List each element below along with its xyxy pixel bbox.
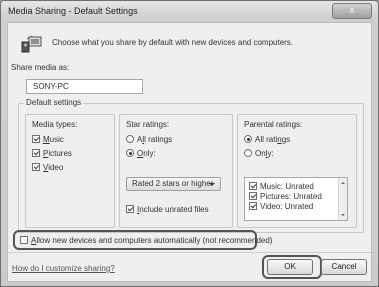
default-settings-label: Default settings xyxy=(24,98,84,107)
star-rating-dropdown-value: Rated 2 stars or higher xyxy=(132,179,214,188)
customize-sharing-link[interactable]: How do I customize sharing? xyxy=(12,264,115,273)
star-all-rest: l ratings xyxy=(144,135,173,144)
music-rating-label: Music: Unrated xyxy=(260,182,314,191)
list-item[interactable]: Pictures: Unrated xyxy=(249,192,322,201)
media-sharing-window: Media Sharing - Default Settings x Choos… xyxy=(0,0,379,287)
intro-text: Choose what you share by default with ne… xyxy=(52,38,294,47)
cancel-button-label: Cancel xyxy=(331,262,357,271)
parental-only-radio[interactable]: Only: xyxy=(244,149,274,159)
parental-ratings-label: Parental ratings: xyxy=(244,120,303,129)
star-all-ratings-radio[interactable]: All ratings xyxy=(126,135,172,145)
parental-ratings-list[interactable]: Music: Unrated Pictures: Unrated Video: … xyxy=(244,177,348,221)
video-check-mark[interactable] xyxy=(32,163,40,171)
parental-all-rest: gs xyxy=(281,135,291,144)
dialog-client-area: Choose what you share by default with ne… xyxy=(7,22,372,282)
music-label-rest: usic xyxy=(49,135,64,144)
close-icon: x xyxy=(349,5,355,16)
chevron-down-icon xyxy=(209,183,215,186)
share-media-label: Share media as: xyxy=(11,63,70,72)
pictures-label-rest: ictures xyxy=(48,149,72,158)
include-unrated-check-mark[interactable] xyxy=(126,205,134,213)
pictures-rating-label: Pictures: Unrated xyxy=(260,192,322,201)
close-button[interactable]: x xyxy=(332,3,372,19)
media-types-group: Media types: Music Pictures Video xyxy=(25,114,115,228)
video-rating-check[interactable] xyxy=(249,202,257,210)
list-item[interactable]: Video: Unrated xyxy=(249,202,313,211)
parental-only-radio-dot[interactable] xyxy=(244,149,252,157)
cancel-button[interactable]: Cancel xyxy=(321,259,367,275)
title-bar[interactable]: Media Sharing - Default Settings x xyxy=(1,1,378,21)
parental-ratings-group: Parental ratings: All ratings Only: Musi… xyxy=(237,114,357,228)
parental-all-ratings-radio[interactable]: All ratings xyxy=(244,135,290,145)
allow-new-devices-checkbox[interactable]: Allow new devices and computers automati… xyxy=(20,236,272,246)
star-rating-dropdown[interactable]: Rated 2 stars or higher xyxy=(126,177,221,191)
parental-only-initial: On xyxy=(255,149,266,158)
footer-separator xyxy=(8,252,371,253)
media-sharing-icon xyxy=(21,35,42,53)
video-label-rest: ideo xyxy=(48,163,64,172)
star-only-radio-dot[interactable] xyxy=(126,149,134,157)
media-types-label: Media types: xyxy=(32,120,78,129)
parental-all-prefix: All rati xyxy=(255,135,278,144)
list-item[interactable]: Music: Unrated xyxy=(249,182,314,191)
pictures-rating-check[interactable] xyxy=(249,192,257,200)
ok-button[interactable]: OK xyxy=(267,259,313,275)
music-rating-check[interactable] xyxy=(249,182,257,190)
star-only-rest: nly: xyxy=(143,149,156,158)
parental-all-radio-dot[interactable] xyxy=(244,135,252,143)
include-unrated-checkbox[interactable]: Include unrated files xyxy=(126,205,209,215)
star-all-radio-dot[interactable] xyxy=(126,135,134,143)
scroll-up-icon[interactable] xyxy=(341,182,345,184)
allow-new-rest: llow new devices and computers automatic… xyxy=(36,236,273,245)
ok-button-label: OK xyxy=(284,262,296,271)
parental-only-rest: y: xyxy=(267,149,274,158)
music-check-mark[interactable] xyxy=(32,135,40,143)
share-media-input[interactable]: SONY-PC xyxy=(26,79,143,94)
pictures-check-mark[interactable] xyxy=(32,149,40,157)
star-ratings-group: Star ratings: All ratings Only: Rated 2 … xyxy=(119,114,233,228)
video-rating-label: Video: Unrated xyxy=(260,202,314,211)
scroll-down-icon[interactable] xyxy=(341,214,345,216)
default-settings-group: Default settings Media types: Music Pict… xyxy=(18,98,364,233)
window-title: Media Sharing - Default Settings xyxy=(8,6,138,16)
music-checkbox[interactable]: Music xyxy=(32,135,64,145)
star-ratings-label: Star ratings: xyxy=(126,120,170,129)
allow-new-check-box[interactable] xyxy=(20,236,28,244)
include-unrated-rest: nclude unrated files xyxy=(139,205,209,214)
music-label-initial: M xyxy=(43,135,50,144)
list-scrollbar[interactable] xyxy=(338,178,347,220)
pictures-checkbox[interactable]: Pictures xyxy=(32,149,72,159)
video-checkbox[interactable]: Video xyxy=(32,163,63,173)
star-only-radio[interactable]: Only: xyxy=(126,149,156,159)
